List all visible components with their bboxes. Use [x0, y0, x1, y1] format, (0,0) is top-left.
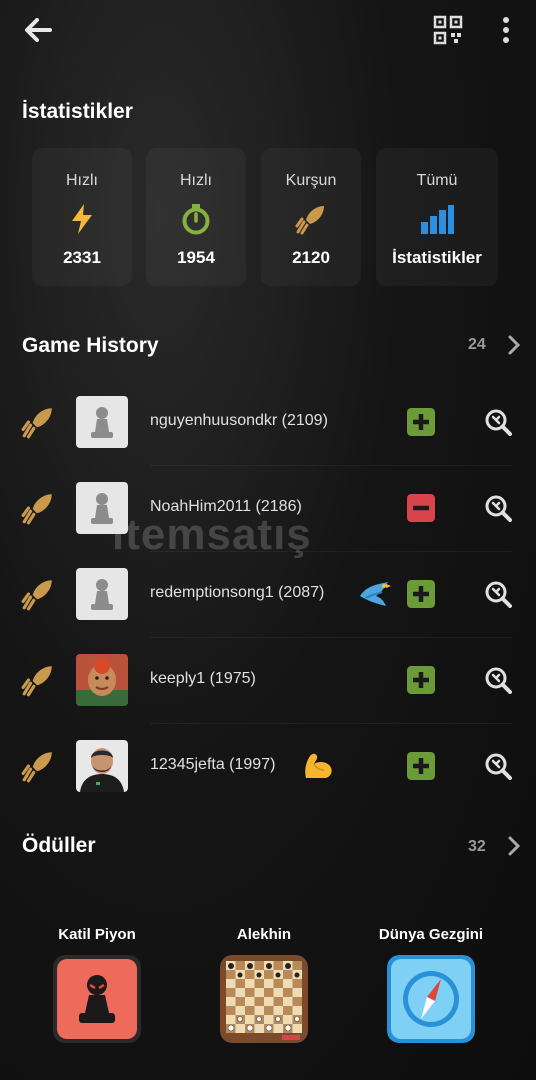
stat-card-blitz[interactable]: Hızlı 2331 [32, 148, 132, 286]
award-name: Alekhin [236, 926, 292, 943]
analyze-magnifier-icon[interactable] [484, 666, 512, 694]
bullet-icon [21, 666, 52, 697]
pawn-avatar[interactable] [76, 482, 128, 534]
game-row[interactable]: NoahHim2011 (2186) [0, 466, 536, 552]
stats-title: İstatistikler [22, 100, 133, 123]
compass-icon[interactable] [387, 955, 475, 1043]
stat-label: Tümü [416, 172, 458, 189]
award-item[interactable]: Alekhin [184, 926, 344, 1048]
analyze-magnifier-icon[interactable] [484, 752, 512, 780]
game-row[interactable]: keeply1 (1975) [0, 638, 536, 724]
stat-value: İstatistikler [392, 248, 482, 267]
stat-value: 2120 [292, 248, 330, 267]
flexed-biceps-icon [305, 753, 332, 778]
loss-minus-icon [407, 494, 435, 522]
dove-icon [360, 582, 391, 606]
analyze-magnifier-icon[interactable] [484, 494, 512, 522]
opponent-name[interactable]: redemptionsong1 (2087) [150, 584, 324, 602]
award-name: Katil Piyon [58, 926, 136, 943]
awards-count[interactable]: 32 [468, 838, 486, 856]
game-history-count[interactable]: 24 [468, 336, 486, 354]
game-row[interactable]: nguyenhuusondkr (2109) [0, 380, 536, 466]
more-vertical-icon[interactable] [496, 12, 516, 48]
bullet-icon [21, 408, 52, 439]
chess-board-icon[interactable] [220, 955, 308, 1043]
top-bar [0, 0, 536, 62]
chevron-right-icon[interactable] [506, 835, 522, 857]
opponent-name[interactable]: nguyenhuusondkr (2109) [150, 412, 328, 430]
stat-card-rapid[interactable]: Hızlı 1954 [146, 148, 246, 286]
award-item[interactable]: Dünya Gezgini [351, 926, 511, 1048]
stat-label: Hızlı [66, 172, 98, 189]
stat-value: 1954 [177, 248, 215, 267]
opponent-name[interactable]: keeply1 (1975) [150, 670, 256, 688]
game-row[interactable]: 12345jefta (1997) [0, 724, 536, 810]
chevron-right-icon[interactable] [506, 334, 522, 356]
qr-code-icon[interactable] [432, 14, 464, 46]
game-history-title: Game History [22, 334, 159, 357]
photo-avatar[interactable] [76, 740, 128, 792]
opponent-name[interactable]: NoahHim2011 (2186) [150, 498, 302, 516]
pawn-avatar[interactable] [76, 396, 128, 448]
win-plus-icon [407, 408, 435, 436]
bar-chart-icon [421, 205, 454, 234]
win-plus-icon [407, 580, 435, 608]
stats-row: Hızlı 2331 Hızlı 1954 Kurşun 2120 Tümü İ… [32, 148, 498, 286]
awards-title: Ödüller [22, 834, 96, 857]
analyze-magnifier-icon[interactable] [484, 408, 512, 436]
award-item[interactable]: Katil Piyon [17, 926, 177, 1048]
win-plus-icon [407, 752, 435, 780]
stat-label: Kurşun [285, 172, 337, 189]
opponent-name[interactable]: 12345jefta (1997) [150, 756, 275, 774]
pawn-avatar[interactable] [76, 568, 128, 620]
killer-pawn-icon[interactable] [53, 955, 141, 1043]
analyze-magnifier-icon[interactable] [484, 580, 512, 608]
stat-label: Hızlı [180, 172, 212, 189]
game-row[interactable]: redemptionsong1 (2087) [0, 552, 536, 638]
stat-card-all[interactable]: Tümü İstatistikler [376, 148, 498, 286]
lightning-icon [72, 204, 92, 234]
bullet-icon [21, 752, 52, 783]
award-name: Dünya Gezgini [378, 926, 484, 943]
arrow-left-icon[interactable] [20, 12, 56, 48]
stat-card-bullet[interactable]: Kurşun 2120 [261, 148, 361, 286]
win-plus-icon [407, 666, 435, 694]
stopwatch-icon [182, 204, 210, 235]
stat-value: 2331 [63, 248, 101, 267]
bullet-icon [21, 580, 52, 611]
photo-avatar[interactable] [76, 654, 128, 706]
bullet-icon [21, 494, 52, 525]
bullet-icon [295, 206, 324, 235]
